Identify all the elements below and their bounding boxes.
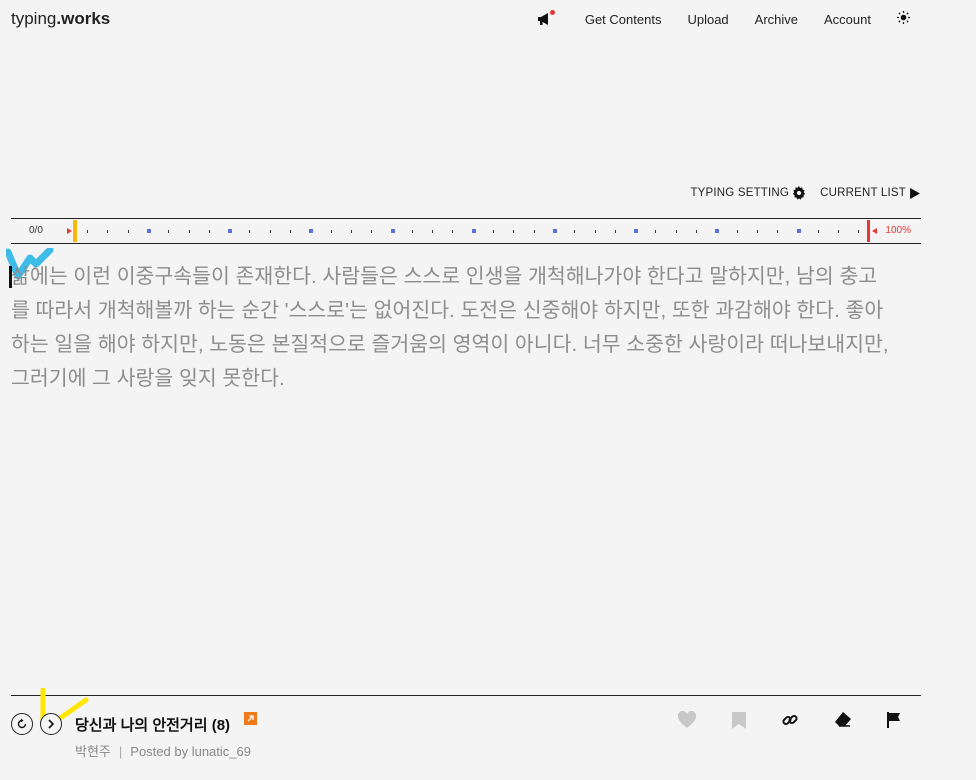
progress-tick — [107, 230, 109, 233]
progress-tick — [249, 230, 251, 233]
nav-archive[interactable]: Archive — [755, 12, 798, 27]
progress-end-arrow — [872, 228, 877, 234]
progress-tick — [168, 230, 170, 233]
posted-by[interactable]: Posted by lunatic_69 — [130, 744, 251, 759]
gear-icon — [792, 186, 806, 200]
progress-tick — [290, 230, 291, 233]
progress-tick — [777, 230, 779, 233]
nav-upload[interactable]: Upload — [687, 12, 728, 27]
play-icon — [910, 187, 920, 199]
bookmark-button[interactable] — [731, 711, 747, 735]
progress-tick — [432, 230, 434, 233]
progress-tick — [371, 230, 373, 233]
progress-marker — [471, 229, 476, 233]
typing-setting-label: TYPING SETTING — [690, 187, 790, 199]
progress-marker — [715, 229, 720, 233]
top-nav: Get Contents Upload Archive Account — [537, 10, 910, 27]
megaphone-icon[interactable] — [537, 10, 555, 26]
flag-icon — [887, 712, 900, 728]
content-author[interactable]: 박현주 — [75, 744, 111, 759]
copy-link-button[interactable] — [781, 711, 799, 734]
progress-tick — [838, 230, 840, 233]
link-icon — [782, 714, 798, 726]
progress-tick — [858, 230, 860, 233]
progress-tick — [452, 230, 454, 233]
progress-marker — [796, 229, 801, 233]
progress-tick — [594, 230, 596, 233]
restart-icon — [17, 718, 27, 729]
next-icon — [48, 719, 55, 729]
progress-tick — [127, 230, 129, 233]
logo-prefix: typing — [11, 9, 57, 28]
footer-divider — [11, 695, 921, 696]
content-title: 당신과 나의 안전거리 (8) — [75, 717, 231, 734]
progress-tick — [513, 230, 515, 233]
report-button[interactable] — [886, 711, 902, 734]
progress-tick — [350, 230, 352, 233]
progress-marker — [552, 229, 557, 233]
external-link-icon[interactable] — [244, 712, 257, 725]
progress-tick — [736, 230, 738, 233]
progress-count: 0/0 — [29, 225, 43, 236]
eraser-icon — [835, 712, 851, 727]
progress-marker — [309, 229, 314, 233]
progress-tick — [533, 230, 535, 233]
eraser-button[interactable] — [833, 711, 853, 734]
logo-suffix: .works — [56, 9, 111, 28]
settings-row: TYPING SETTING CURRENT LIST — [676, 186, 920, 200]
progress-tick — [330, 230, 332, 233]
progress-tick — [269, 230, 271, 233]
progress-tick — [696, 230, 697, 233]
progress-tick — [756, 230, 758, 233]
progress-start-arrow — [67, 228, 72, 234]
bookmark-icon — [732, 712, 746, 729]
progress-marker — [634, 229, 639, 233]
site-logo[interactable]: typing.works — [11, 9, 110, 29]
progress-marker — [146, 229, 151, 233]
typing-progress-bar: 0/0 100% — [11, 218, 921, 244]
heart-icon — [677, 710, 697, 728]
progress-end-marker — [867, 220, 870, 242]
meta-separator: | — [118, 744, 123, 759]
progress-tick — [655, 230, 657, 233]
content-meta: 박현주 | Posted by lunatic_69 — [75, 741, 251, 760]
progress-percent: 100% — [885, 225, 911, 236]
like-button[interactable] — [677, 710, 697, 734]
current-list-label: CURRENT LIST — [820, 187, 906, 199]
progress-tick — [614, 230, 616, 233]
restart-button[interactable] — [11, 713, 33, 735]
progress-tick — [574, 230, 576, 233]
typing-passage[interactable]: 삶에는 이런 이중구속들이 존재한다. 사람들은 스스로 인생을 개척해나가야 … — [11, 260, 891, 396]
progress-tick — [208, 230, 210, 233]
progress-tick — [411, 230, 413, 233]
current-list-button[interactable]: CURRENT LIST — [820, 187, 920, 199]
progress-tick — [817, 230, 819, 233]
progress-marker — [228, 229, 233, 233]
nav-get-contents[interactable]: Get Contents — [585, 12, 662, 27]
progress-tick — [188, 230, 190, 233]
next-button[interactable] — [40, 713, 62, 735]
progress-marker — [390, 229, 395, 233]
progress-tick — [87, 230, 88, 233]
typing-setting-button[interactable]: TYPING SETTING — [690, 186, 806, 200]
text-cursor — [9, 266, 12, 288]
sun-icon[interactable] — [897, 11, 910, 27]
nav-account[interactable]: Account — [824, 12, 871, 27]
progress-tick — [675, 230, 677, 233]
progress-start-marker[interactable] — [73, 220, 77, 242]
progress-tick — [493, 230, 494, 233]
